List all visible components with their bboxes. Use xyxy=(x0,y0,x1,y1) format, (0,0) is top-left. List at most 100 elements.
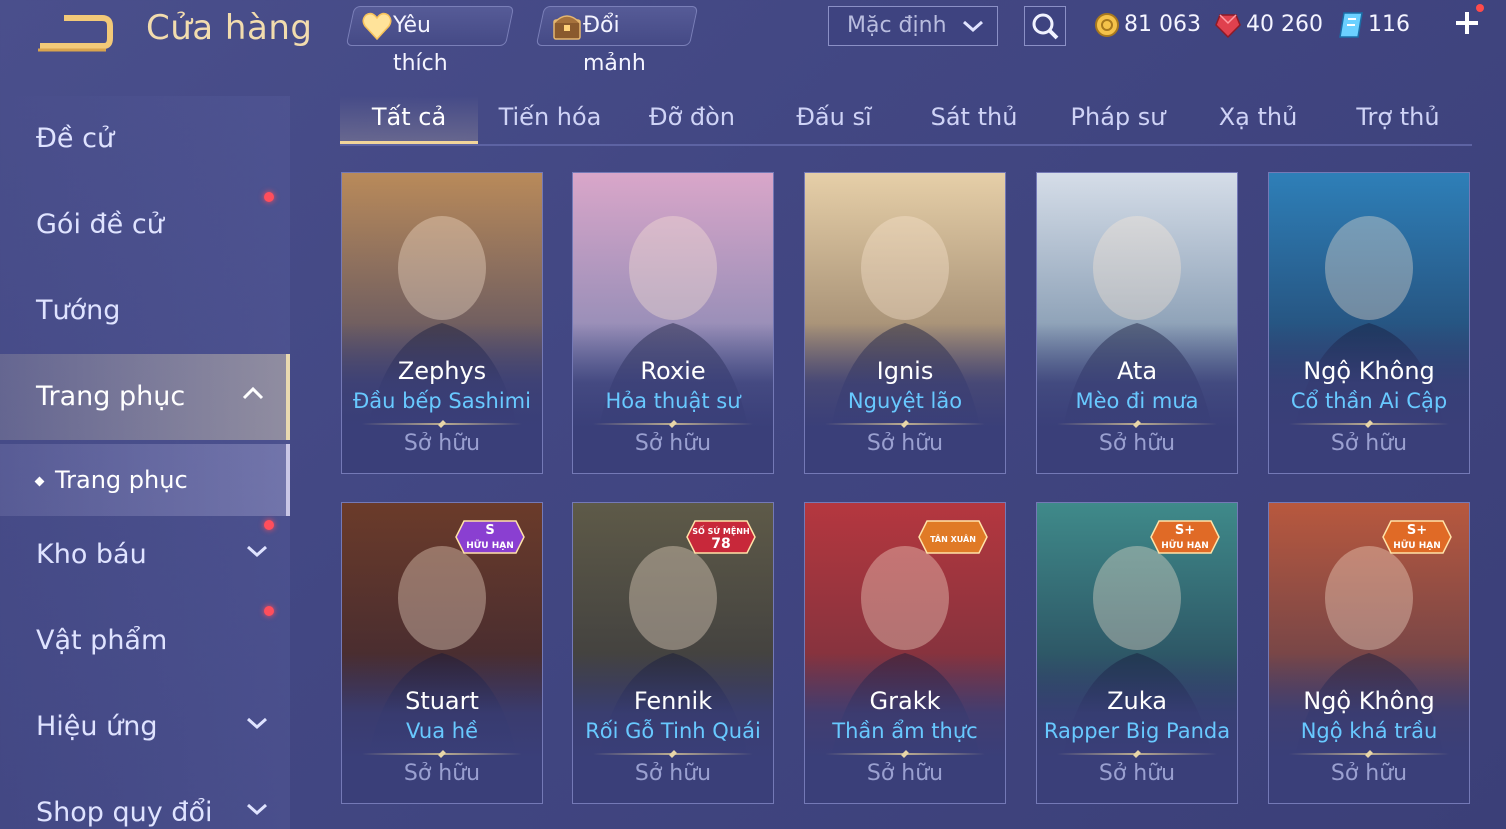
ownership-status: Sở hữu xyxy=(634,761,712,786)
tab-tank[interactable]: Đỡ đòn xyxy=(630,96,754,144)
ruby-balance: 40 260 xyxy=(1214,8,1323,42)
divider xyxy=(362,753,522,755)
hero-name: Ignis xyxy=(876,357,934,385)
sidebar: Đề cử Gói đề cử Tướng Trang phục Trang p… xyxy=(0,96,290,829)
divider xyxy=(362,423,522,425)
voucher-icon xyxy=(1339,12,1363,38)
sidebar-item-label: Kho báu xyxy=(36,539,147,570)
skin-card[interactable]: Zephys Đầu bếp Sashimi Sở hữu xyxy=(341,172,543,474)
chevron-down-icon xyxy=(247,717,267,730)
ownership-status: Sở hữu xyxy=(1330,431,1408,456)
divider xyxy=(825,753,985,755)
sidebar-item-label: Vật phẩm xyxy=(36,625,168,656)
sort-dropdown[interactable]: Mặc định xyxy=(828,6,998,46)
sidebar-item-effects[interactable]: Hiệu ứng xyxy=(0,684,290,770)
favorites-label: Yêu thích xyxy=(392,13,448,76)
rarity-badge: S+HỮU HẠN xyxy=(1150,520,1220,554)
voucher-balance: 116 xyxy=(1338,8,1410,42)
skin-name: Thần ẩm thực xyxy=(832,719,978,743)
hero-name: Ngộ Không xyxy=(1303,687,1435,715)
divider xyxy=(1289,423,1449,425)
sidebar-item-label: Trang phục xyxy=(36,381,186,412)
sidebar-item-featured-packs[interactable]: Gói đề cử xyxy=(0,182,290,268)
skin-name: Đầu bếp Sashimi xyxy=(353,389,531,413)
svg-text:HỮU HẠN: HỮU HẠN xyxy=(466,539,514,551)
skin-card[interactable]: Ignis Nguyệt lão Sở hữu xyxy=(804,172,1006,474)
divider xyxy=(825,423,985,425)
svg-text:S+: S+ xyxy=(1407,523,1427,538)
hero-name: Zuka xyxy=(1107,687,1167,715)
ruby-amount: 40 260 xyxy=(1246,12,1323,37)
hero-name: Zephys xyxy=(397,357,487,385)
skin-name: Rapper Big Panda xyxy=(1043,719,1231,743)
back-arrow-icon xyxy=(38,15,113,52)
chevron-down-icon xyxy=(247,545,267,558)
hero-name: Stuart xyxy=(405,687,479,715)
svg-text:HỮU HẠN: HỮU HẠN xyxy=(1161,539,1209,551)
skin-name: Vua hề xyxy=(405,719,479,743)
divider xyxy=(1057,753,1217,755)
rarity-badge: TÂN XUÂN xyxy=(918,520,988,554)
skin-card[interactable]: S+ HỮU HẠN Ngộ Không Ngộ khá trầu Sở hữu xyxy=(1268,502,1470,804)
tab-assassin[interactable]: Sát thủ xyxy=(912,96,1036,144)
svg-text:78: 78 xyxy=(711,536,730,552)
sidebar-item-label: Trang phục xyxy=(55,466,188,494)
tab-evolution[interactable]: Tiến hóa xyxy=(488,96,612,144)
sidebar-item-treasure[interactable]: Kho báu xyxy=(0,512,290,598)
sidebar-item-exchange-shop[interactable]: Shop quy đổi xyxy=(0,770,290,829)
ruby-gem-icon xyxy=(1215,14,1241,39)
hero-name: Grakk xyxy=(869,687,941,715)
skin-card[interactable]: Roxie Hỏa thuật sư Sở hữu xyxy=(572,172,774,474)
page-title: Cửa hàng xyxy=(146,8,313,48)
tab-mage[interactable]: Pháp sư xyxy=(1056,96,1180,144)
sidebar-item-featured[interactable]: Đề cử xyxy=(0,96,290,182)
hero-name: Ata xyxy=(1116,357,1158,385)
skin-card[interactable]: Ngộ Không Cổ thần Ai Cập Sở hữu xyxy=(1268,172,1470,474)
skin-card[interactable]: S HỮU HẠN Stuart Vua hề Sở hữu xyxy=(341,502,543,804)
hero-name: Roxie xyxy=(640,357,706,385)
tab-support[interactable]: Trợ thủ xyxy=(1336,96,1460,144)
chevron-down-icon xyxy=(247,803,267,816)
hero-name: Ngộ Không xyxy=(1303,357,1435,385)
sidebar-item-label: Shop quy đổi xyxy=(36,797,213,828)
search-icon xyxy=(1032,13,1059,40)
skin-card[interactable]: S+ HỮU HẠN Zuka Rapper Big Panda Sở hữu xyxy=(1036,502,1238,804)
divider xyxy=(1289,753,1449,755)
favorites-button[interactable]: Yêu thích xyxy=(345,6,515,76)
sidebar-item-label: Hiệu ứng xyxy=(36,711,158,742)
chevron-up-icon xyxy=(242,386,264,400)
exchange-fragments-button[interactable]: Đổi mảnh xyxy=(535,6,699,76)
top-up-button[interactable] xyxy=(1452,8,1482,38)
notification-dot xyxy=(264,520,274,530)
gold-amount: 81 063 xyxy=(1124,12,1201,37)
search-button[interactable] xyxy=(1024,6,1066,46)
skin-name: Nguyệt lão xyxy=(847,389,963,413)
sidebar-item-label: Gói đề cử xyxy=(36,209,164,240)
skin-card[interactable]: Ata Mèo đi mưa Sở hữu xyxy=(1036,172,1238,474)
back-button[interactable] xyxy=(34,14,114,54)
notification-dot xyxy=(264,606,274,616)
ownership-status: Sở hữu xyxy=(1098,761,1176,786)
sidebar-item-label: Đề cử xyxy=(36,123,115,154)
skin-card[interactable]: TÂN XUÂN Grakk Thần ẩm thực Sở hữu xyxy=(804,502,1006,804)
sidebar-item-items[interactable]: Vật phẩm xyxy=(0,598,290,684)
ownership-status: Sở hữu xyxy=(634,431,712,456)
tab-fighter[interactable]: Đấu sĩ xyxy=(772,96,896,144)
top-bar: Cửa hàng Yêu thích Đổi mảnh Mặc định 81 … xyxy=(0,0,1506,76)
treasure-chest-icon xyxy=(553,15,581,40)
tab-marksman[interactable]: Xạ thủ xyxy=(1196,96,1320,144)
divider xyxy=(593,753,753,755)
skin-name: Ngộ khá trầu xyxy=(1300,719,1438,743)
sidebar-subitem-skins[interactable]: Trang phục xyxy=(0,444,290,516)
sort-value: Mặc định xyxy=(847,13,947,38)
exchange-fragments-label: Đổi mảnh xyxy=(582,13,646,76)
ownership-status: Sở hữu xyxy=(866,431,944,456)
sidebar-item-skins[interactable]: Trang phục xyxy=(0,354,290,440)
sidebar-item-label: Tướng xyxy=(36,295,121,326)
sidebar-item-heroes[interactable]: Tướng xyxy=(0,268,290,354)
rarity-badge: S+HỮU HẠN xyxy=(1382,520,1452,554)
ownership-status: Sở hữu xyxy=(403,431,481,456)
tab-all[interactable]: Tất cả xyxy=(340,96,478,144)
skin-card[interactable]: SỐ SỨ MỆNH 78 Fennik Rối Gỗ Tinh Quái Sở hữu xyxy=(572,502,774,804)
gold-coin-icon xyxy=(1095,13,1119,37)
